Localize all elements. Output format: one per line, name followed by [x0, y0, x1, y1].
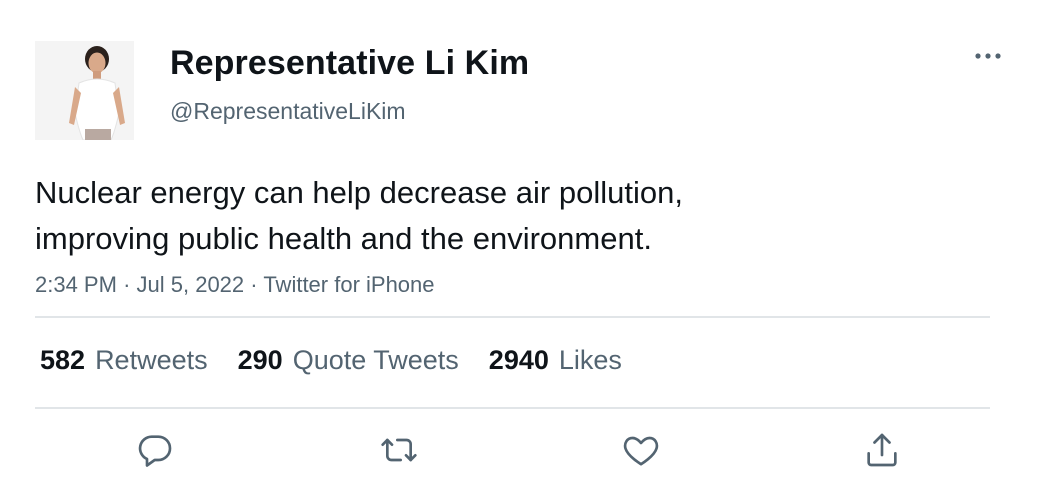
- tweet-time[interactable]: 2:34 PM: [35, 272, 117, 297]
- reply-button[interactable]: [133, 428, 177, 472]
- author-handle[interactable]: @RepresentativeLiKim: [170, 96, 406, 126]
- retweets-stat[interactable]: 582 Retweets: [40, 345, 208, 376]
- tweet-text: Nuclear energy can help decrease air pol…: [35, 170, 995, 262]
- tweet-metadata: 2:34 PM · Jul 5, 2022 · Twitter for iPho…: [35, 270, 435, 300]
- share-button[interactable]: [860, 428, 904, 472]
- retweet-button[interactable]: [377, 428, 421, 472]
- divider: [35, 407, 990, 409]
- retweets-label: Retweets: [95, 344, 208, 375]
- tweet-date[interactable]: Jul 5, 2022: [137, 272, 245, 297]
- tweet-text-line: Nuclear energy can help decrease air pol…: [35, 175, 683, 210]
- reply-icon: [138, 435, 172, 467]
- share-icon: [867, 433, 897, 467]
- likes-count: 2940: [488, 344, 549, 375]
- quote-tweets-stat[interactable]: 290 Quote Tweets: [238, 345, 459, 376]
- tweet-source[interactable]: Twitter for iPhone: [263, 272, 434, 297]
- meta-separator: ·: [123, 272, 131, 297]
- more-horizontal-icon: [975, 53, 1001, 59]
- retweet-icon: [381, 438, 417, 462]
- author-name[interactable]: Representative Li Kim: [170, 40, 529, 86]
- tweet-card: Representative Li Kim @RepresentativeLiK…: [0, 0, 1050, 480]
- likes-label: Likes: [558, 344, 622, 375]
- likes-stat[interactable]: 2940 Likes: [489, 345, 622, 376]
- quote-tweets-count: 290: [237, 344, 283, 375]
- like-button[interactable]: [619, 428, 663, 472]
- meta-separator: ·: [250, 272, 258, 297]
- avatar-photo: [35, 41, 134, 140]
- avatar[interactable]: [35, 41, 134, 140]
- divider: [35, 316, 990, 318]
- retweets-count: 582: [40, 344, 86, 375]
- heart-icon: [623, 436, 659, 466]
- engagement-stats: 582 Retweets 290 Quote Tweets 2940 Likes: [40, 340, 652, 380]
- tweet-text-line: improving public health and the environm…: [35, 221, 652, 256]
- more-options-button[interactable]: [970, 43, 1006, 69]
- quote-tweets-label: Quote Tweets: [292, 344, 459, 375]
